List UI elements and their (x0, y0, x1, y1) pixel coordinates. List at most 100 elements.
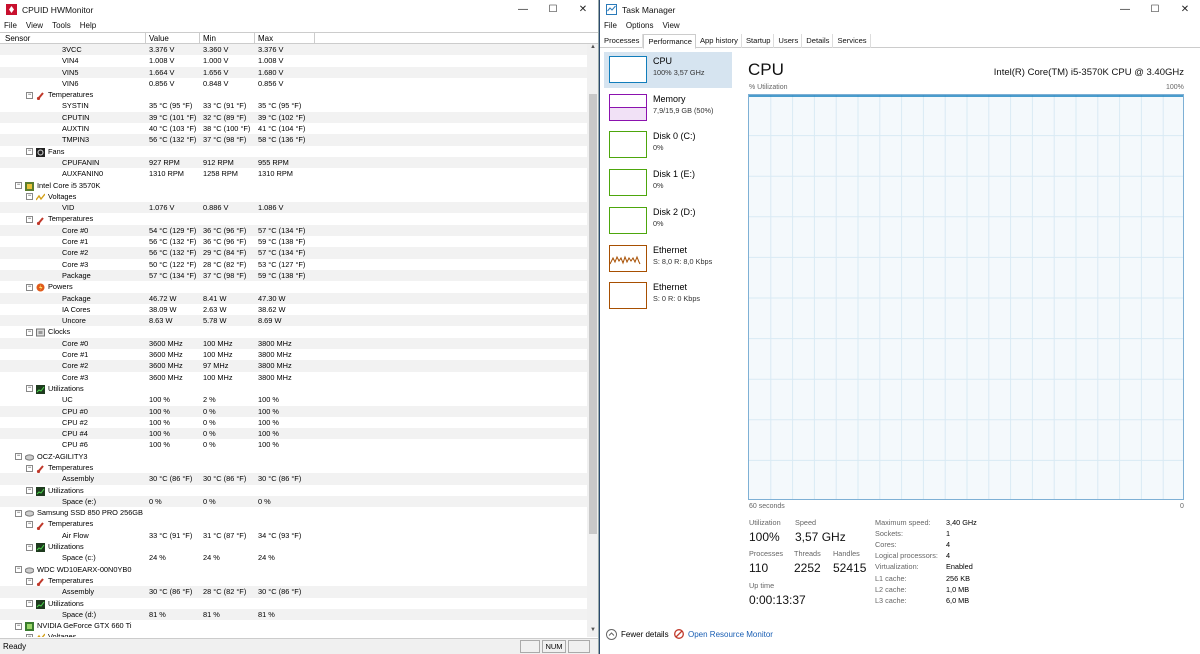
collapse-icon[interactable]: − (26, 385, 33, 393)
sensor-row[interactable]: SYSTIN 35 °C (95 °F) 33 °C (91 °F) 35 °C (9… (0, 100, 587, 111)
sensor-row[interactable]: AUXFANIN0 1310 RPM 1258 RPM 1310 RPM (0, 168, 587, 179)
menu-view[interactable]: View (26, 21, 43, 30)
sensor-row[interactable]: Assembly 30 °C (86 °F) 30 °C (86 °F) 30 °C … (0, 473, 587, 485)
collapse-icon[interactable]: − (26, 487, 33, 495)
scroll-down-icon[interactable]: ▼ (587, 627, 598, 637)
tab-details[interactable]: Details (802, 34, 834, 48)
sensor-row[interactable]: Package 57 °C (134 °F) 37 °C (98 °F) 59 °C … (0, 269, 587, 282)
collapse-icon[interactable]: − (26, 91, 33, 99)
sensor-group[interactable]: − Temperatures (0, 89, 587, 101)
sensor-group[interactable]: − Temperatures (0, 518, 587, 530)
sensor-row[interactable]: Uncore 8.63 W 5.78 W 8.69 W (0, 315, 587, 327)
sensor-row[interactable]: CPUFANIN 927 RPM 912 RPM 955 RPM (0, 156, 587, 169)
resource-item[interactable]: Disk 1 (E:) 0% (604, 165, 732, 201)
sensor-row[interactable]: VID 1.076 V 0.886 V 1.086 V (0, 202, 587, 214)
resource-item[interactable]: CPU 100% 3,57 GHz (604, 52, 732, 88)
fewer-details-link[interactable]: Fewer details (621, 630, 669, 639)
collapse-icon[interactable]: − (26, 216, 33, 223)
chevron-up-icon[interactable] (606, 629, 617, 642)
sensor-group[interactable]: − NVIDIA GeForce GTX 660 Ti (0, 620, 587, 632)
task-manager-titlebar[interactable]: Task Manager — ☐ ✕ (600, 0, 1200, 19)
sensor-row[interactable]: CPUTIN 39 °C (101 °F) 32 °C (89 °F) 39 °C (… (0, 111, 587, 124)
sensor-group[interactable]: − Samsung SSD 850 PRO 256GB (0, 507, 587, 518)
sensor-group[interactable]: − Temperatures (0, 462, 587, 474)
menu-help[interactable]: Help (80, 21, 96, 30)
sensor-group[interactable]: − WDC WD10EARX-00N0YB0 (0, 564, 587, 575)
sensor-row[interactable]: VIN6 0.856 V 0.848 V 0.856 V (0, 78, 587, 89)
sensor-row[interactable]: Space (e:) 0 % 0 % 0 % (0, 495, 587, 508)
tab-startup[interactable]: Startup (742, 34, 775, 48)
column-sensor[interactable]: Sensor (5, 34, 30, 43)
sensor-group[interactable]: − Temperatures (0, 213, 587, 225)
maximize-icon[interactable]: ☐ (1140, 0, 1170, 19)
menu-tools[interactable]: Tools (52, 21, 71, 30)
sensor-row[interactable]: TMPIN3 56 °C (132 °F) 37 °C (98 °F) 58 °C (… (0, 134, 587, 146)
sensor-row[interactable]: UC 100 % 2 % 100 % (0, 394, 587, 405)
sensor-group[interactable]: − Clocks (0, 326, 587, 337)
sensor-group[interactable]: − Temperatures (0, 575, 587, 587)
menu-options[interactable]: Options (626, 21, 654, 30)
sensor-row[interactable]: Space (c:) 24 % 24 % 24 % (0, 552, 587, 563)
sensor-row[interactable]: CPU #4 100 % 0 % 100 % (0, 428, 587, 440)
sensor-row[interactable]: Space (d:) 81 % 81 % 81 % (0, 608, 587, 621)
sensor-row[interactable]: Core #1 56 °C (132 °F) 36 °C (96 °F) 59 °C … (0, 236, 587, 247)
column-max[interactable]: Max (258, 34, 273, 43)
sensor-row[interactable]: 3VCC 3.376 V 3.360 V 3.376 V (0, 44, 587, 56)
sensor-row[interactable]: AUXTIN 40 °C (103 °F) 38 °C (100 °F) 41 °C … (0, 123, 587, 134)
minimize-icon[interactable]: — (1110, 0, 1140, 19)
resource-item[interactable]: Ethernet S: 8,0 R: 8,0 Kbps (604, 241, 732, 277)
sensor-row[interactable]: Core #2 56 °C (132 °F) 29 °C (84 °F) 57 °C … (0, 247, 587, 259)
menu-view[interactable]: View (662, 21, 679, 30)
sensor-row[interactable]: CPU #2 100 % 0 % 100 % (0, 417, 587, 428)
sensor-row[interactable]: Core #0 3600 MHz 100 MHz 3800 MHz (0, 337, 587, 350)
collapse-icon[interactable]: − (26, 193, 33, 201)
sensor-tree[interactable]: 3VCC 3.376 V 3.360 V 3.376 V VIN4 1.008 V 1.00… (0, 44, 587, 637)
open-resource-monitor-link[interactable]: Open Resource Monitor (688, 630, 773, 639)
sensor-row[interactable]: VIN4 1.008 V 1.000 V 1.008 V (0, 55, 587, 66)
sensor-group[interactable]: − Utilizations (0, 383, 587, 394)
close-icon[interactable]: ✕ (568, 0, 598, 19)
sensor-group[interactable]: − Utilizations (0, 541, 587, 553)
close-icon[interactable]: ✕ (1170, 0, 1200, 19)
collapse-icon[interactable]: − (26, 543, 33, 551)
sensor-group[interactable]: − Voltages (0, 191, 587, 202)
column-min[interactable]: Min (203, 34, 216, 43)
collapse-icon[interactable]: − (26, 633, 33, 637)
collapse-icon[interactable]: − (15, 622, 22, 630)
hwmonitor-titlebar[interactable]: CPUID HWMonitor — ☐ ✕ (0, 0, 598, 19)
maximize-icon[interactable]: ☐ (538, 0, 568, 19)
sensor-row[interactable]: Assembly 30 °C (86 °F) 28 °C (82 °F) 30 °C … (0, 586, 587, 598)
tab-app-history[interactable]: App history (696, 34, 742, 48)
tab-services[interactable]: Services (833, 34, 871, 48)
collapse-icon[interactable]: − (26, 328, 33, 336)
sensor-row[interactable]: Core #3 50 °C (122 °F) 28 °C (82 °F) 53 °C … (0, 259, 587, 270)
vertical-scrollbar[interactable]: ▲ ▼ (587, 44, 598, 637)
resource-item[interactable]: Disk 2 (D:) 0% (604, 203, 732, 239)
resource-item[interactable]: Disk 0 (C:) 0% (604, 127, 732, 163)
menu-file[interactable]: File (604, 21, 617, 30)
sensor-row[interactable]: CPU #6 100 % 0 % 100 % (0, 439, 587, 450)
collapse-icon[interactable]: − (26, 148, 33, 156)
tab-users[interactable]: Users (774, 34, 803, 48)
sensor-group[interactable]: − Utilizations (0, 598, 587, 609)
menu-file[interactable]: File (4, 21, 17, 30)
column-value[interactable]: Value (149, 34, 169, 43)
tab-performance[interactable]: Performance (643, 34, 696, 49)
collapse-icon[interactable]: − (15, 509, 22, 517)
sensor-row[interactable]: Core #1 3600 MHz 100 MHz 3800 MHz (0, 349, 587, 360)
sensor-group[interactable]: − Intel Core i5 3570K (0, 180, 587, 191)
collapse-icon[interactable]: − (15, 566, 22, 574)
collapse-icon[interactable]: − (26, 464, 33, 472)
collapse-icon[interactable]: − (15, 182, 22, 190)
scroll-up-icon[interactable]: ▲ (587, 44, 598, 54)
sensor-row[interactable]: CPU #0 100 % 0 % 100 % (0, 405, 587, 417)
sensor-row[interactable]: VIN5 1.664 V 1.656 V 1.680 V (0, 66, 587, 78)
sensor-group[interactable]: − Voltages (0, 631, 587, 637)
scrollbar-thumb[interactable] (589, 94, 597, 534)
collapse-icon[interactable]: − (26, 283, 33, 291)
tab-processes[interactable]: Processes (600, 34, 644, 48)
sensor-row[interactable]: Core #0 54 °C (129 °F) 36 °C (96 °F) 57 °C … (0, 224, 587, 237)
sensor-group[interactable]: − Utilizations (0, 485, 587, 496)
resource-item[interactable]: Ethernet S: 0 R: 0 Kbps (604, 278, 732, 314)
collapse-icon[interactable]: − (26, 521, 33, 529)
